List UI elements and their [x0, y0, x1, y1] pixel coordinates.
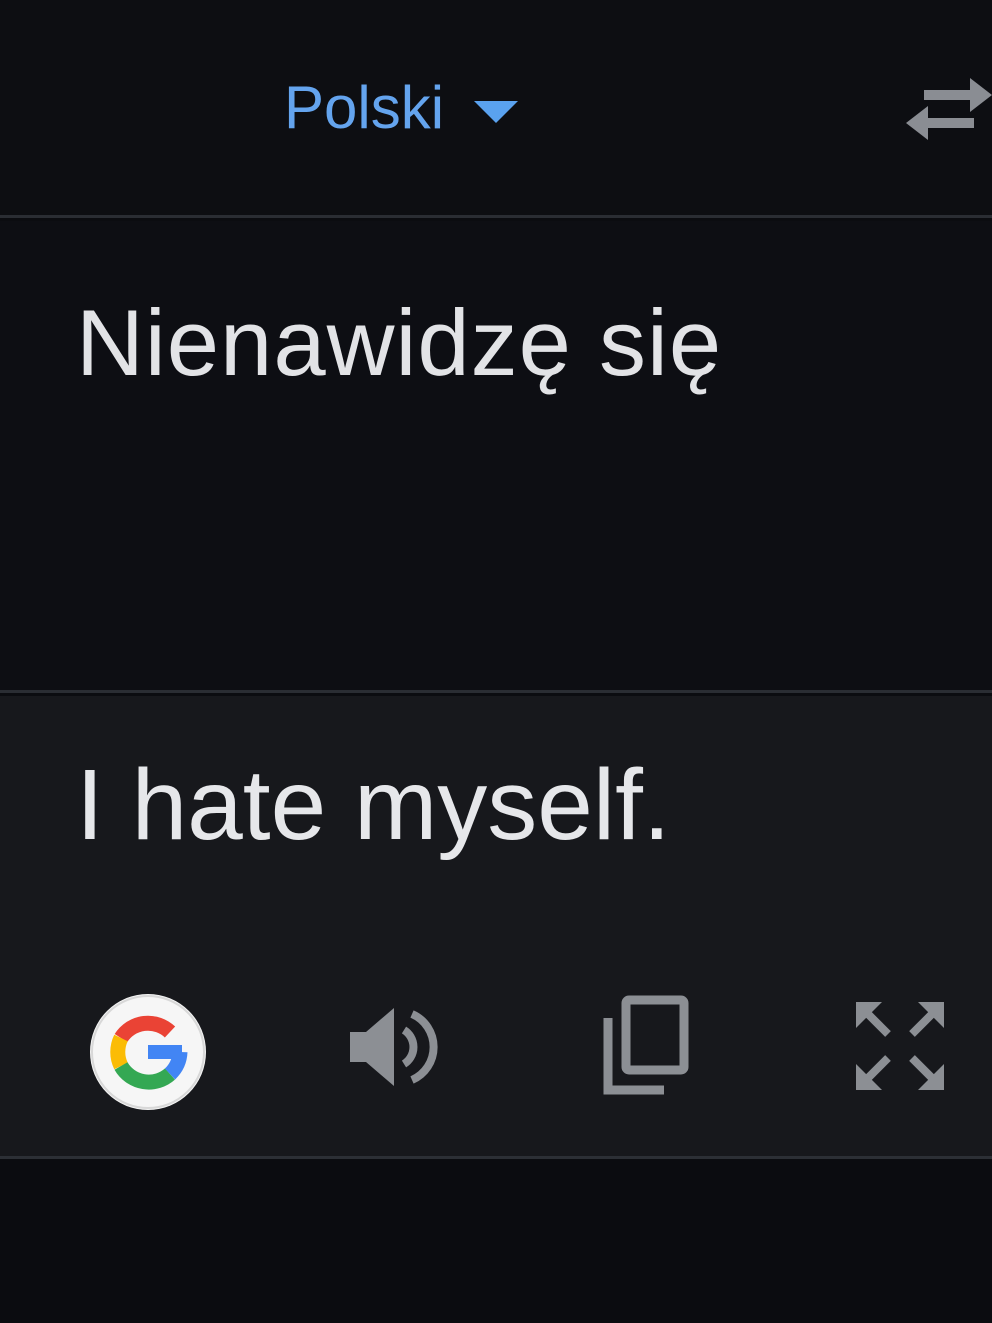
translation-result-card: I hate myself.: [0, 696, 992, 1159]
source-text: Nienawidzę się: [76, 290, 723, 395]
google-button[interactable]: [90, 994, 206, 1110]
fullscreen-button[interactable]: [852, 998, 948, 1094]
speak-button[interactable]: [346, 1002, 442, 1092]
copy-icon: [603, 995, 689, 1095]
caret-down-icon: [474, 101, 519, 123]
swap-languages-button[interactable]: [906, 74, 992, 144]
copy-button[interactable]: [598, 994, 690, 1098]
source-language-label: Polski: [284, 73, 445, 141]
source-language-selector[interactable]: Polski: [284, 72, 519, 142]
speaker-icon: [350, 1008, 438, 1086]
bottom-area: [0, 1162, 992, 1323]
translation-text: I hate myself.: [76, 749, 671, 861]
source-text-area[interactable]: Nienawidzę się: [0, 221, 992, 693]
fullscreen-icon: [856, 1002, 944, 1090]
translate-screen: Polski Nienawidzę się I hate myself.: [0, 0, 992, 1323]
swap-languages-icon: [906, 78, 992, 140]
google-logo-icon: [91, 995, 205, 1109]
language-bar: Polski: [0, 0, 992, 218]
